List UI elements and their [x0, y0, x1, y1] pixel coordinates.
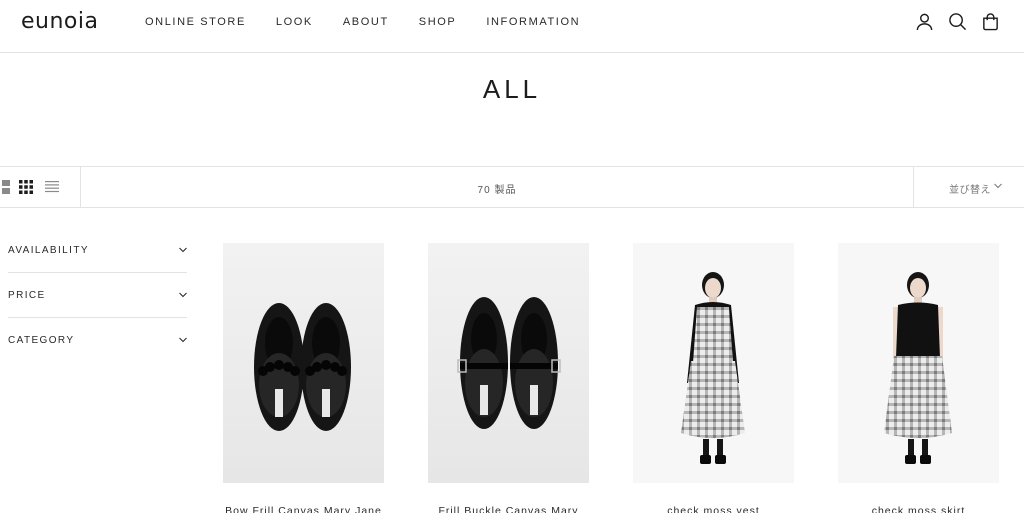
product-card[interactable]: Bow Frill Canvas Mary Jane — [223, 243, 384, 513]
cart-icon[interactable] — [981, 12, 1000, 31]
nav-shop[interactable]: SHOP — [419, 16, 457, 28]
product-count: 70 製品 — [477, 185, 517, 196]
product-card[interactable]: Frill Buckle Canvas Mary — [428, 243, 589, 513]
filter-label: AVAILABILITY — [8, 245, 89, 256]
site-header: eunoia ONLINE STORE LOOK ABOUT SHOP INFO… — [0, 0, 1024, 53]
sort-label: 並び替え — [949, 185, 991, 196]
chevron-down-icon — [179, 292, 187, 298]
filter-label: CATEGORY — [8, 335, 75, 346]
product-card[interactable]: check moss vest — [633, 243, 794, 513]
product-title[interactable]: check moss skirt — [838, 505, 999, 513]
account-icon[interactable] — [915, 12, 934, 31]
product-image[interactable] — [633, 243, 794, 483]
header-actions — [915, 12, 1000, 31]
grid-large-icon[interactable] — [2, 180, 10, 194]
filter-sidebar: AVAILABILITY PRICE CATEGORY — [8, 228, 187, 363]
main-nav: ONLINE STORE LOOK ABOUT SHOP INFORMATION — [145, 16, 610, 28]
nav-information[interactable]: INFORMATION — [486, 16, 580, 28]
filter-label: PRICE — [8, 290, 46, 301]
product-card[interactable]: check moss skirt — [838, 243, 999, 513]
nav-online-store[interactable]: ONLINE STORE — [145, 16, 246, 28]
page-title: ALL — [482, 74, 542, 104]
list-icon[interactable] — [45, 180, 59, 194]
sort-dropdown[interactable]: 並び替え — [913, 167, 1024, 208]
nav-about[interactable]: ABOUT — [343, 16, 389, 28]
product-image[interactable] — [223, 243, 384, 483]
product-image[interactable] — [838, 243, 999, 483]
product-image[interactable] — [428, 243, 589, 483]
product-title[interactable]: Bow Frill Canvas Mary Jane — [223, 505, 384, 513]
grid-small-icon[interactable] — [19, 180, 33, 194]
layout-switcher — [0, 167, 81, 208]
filter-category[interactable]: CATEGORY — [8, 318, 187, 363]
chevron-down-icon — [179, 337, 187, 343]
nav-look[interactable]: LOOK — [276, 16, 313, 28]
chevron-down-icon — [179, 247, 187, 253]
product-title[interactable]: Frill Buckle Canvas Mary — [428, 505, 589, 513]
chevron-down-icon — [994, 183, 1002, 189]
product-title[interactable]: check moss vest — [633, 505, 794, 513]
collection-toolbar: 70 製品 並び替え — [0, 166, 1024, 208]
filter-availability[interactable]: AVAILABILITY — [8, 228, 187, 273]
search-icon[interactable] — [948, 12, 967, 31]
filter-price[interactable]: PRICE — [8, 273, 187, 318]
site-logo[interactable]: eunoia — [21, 9, 98, 34]
